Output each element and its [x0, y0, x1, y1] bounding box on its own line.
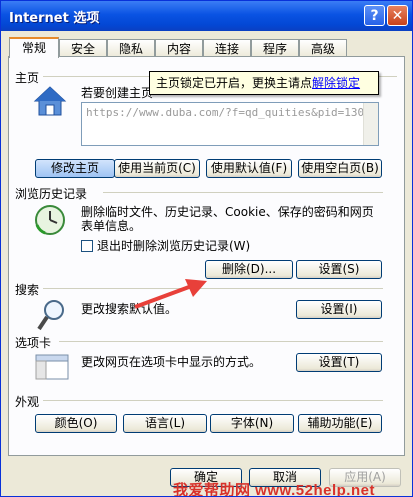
fonts-button[interactable]: 字体(N): [210, 414, 294, 433]
tabs-window-icon: [35, 354, 69, 380]
history-description-line1: 删除临时文件、历史记录、Cookie、保存的密码和网页: [81, 205, 374, 219]
history-section-title: 浏览历史记录: [15, 187, 88, 201]
search-separator: [43, 288, 383, 289]
unlock-link[interactable]: 解除锁定: [312, 76, 360, 90]
use-default-button[interactable]: 使用默认值(F): [206, 159, 292, 178]
home-url-text: https://www.duba.com/?f=qd_quities&pid=1…: [86, 106, 371, 119]
change-home-button[interactable]: 修改主页: [35, 159, 115, 178]
tab-general[interactable]: 常规: [9, 37, 59, 58]
home-lock-tooltip: 主页锁定已开启，更换主请点解除锁定: [149, 71, 379, 95]
tab-programs[interactable]: 程序: [251, 39, 299, 57]
home-icon: [33, 86, 67, 116]
help-button[interactable]: ?: [364, 5, 385, 26]
delete-on-exit-label: 退出时删除浏览历史记录(W): [97, 239, 251, 253]
appearance-separator: [43, 400, 383, 401]
appearance-section-title: 外观: [15, 395, 40, 409]
tab-connections[interactable]: 连接: [203, 39, 251, 57]
window-title: Internet 选项: [9, 11, 100, 26]
internet-options-window: Internet 选项 ? ✕ 常规 安全 隐私 内容 连接 程序 高级 主页 …: [0, 0, 413, 497]
watermark-text: 我爱帮助网 www.52help.net: [173, 482, 375, 497]
delete-on-exit-checkbox[interactable]: [81, 240, 93, 252]
languages-button[interactable]: 语言(L): [123, 414, 207, 433]
search-section-title: 搜索: [15, 283, 40, 297]
delete-history-button[interactable]: 删除(D)...: [205, 260, 293, 279]
home-description: 若要创建主页: [81, 86, 154, 100]
tabs-description: 更改网页在选项卡中显示的方式。: [81, 355, 262, 369]
history-separator: [103, 192, 383, 193]
title-bar[interactable]: Internet 选项 ? ✕: [1, 1, 412, 31]
colors-button[interactable]: 颜色(O): [35, 414, 117, 433]
home-url-scrollbar[interactable]: [363, 103, 378, 145]
tabs-settings-button[interactable]: 设置(T): [296, 353, 382, 372]
tabs-section-title: 选项卡: [15, 336, 52, 350]
home-lock-tooltip-text: 主页锁定已开启，更换主请点: [156, 76, 313, 90]
accessibility-button[interactable]: 辅助功能(E): [298, 414, 382, 433]
general-tab-panel: 主页 若要创建主页 https://www.duba.com/?f=qd_qui…: [8, 56, 405, 456]
tab-content[interactable]: 内容: [155, 39, 203, 57]
search-settings-button[interactable]: 设置(I): [296, 300, 382, 319]
help-icon: ?: [370, 8, 379, 24]
tabs-separator: [59, 341, 383, 342]
history-clock-icon: [35, 205, 65, 235]
history-description-line2: 表单信息。: [81, 219, 142, 233]
tab-advanced[interactable]: 高级: [299, 39, 347, 57]
home-url-field[interactable]: https://www.duba.com/?f=qd_quities&pid=1…: [81, 102, 379, 146]
use-blank-button[interactable]: 使用空白页(B): [298, 159, 382, 178]
tab-privacy[interactable]: 隐私: [107, 39, 155, 57]
close-icon: ✕: [391, 8, 404, 24]
tab-security[interactable]: 安全: [59, 39, 107, 57]
red-arrow-icon: [134, 279, 207, 309]
close-button[interactable]: ✕: [387, 5, 408, 26]
search-magnifier-icon: [37, 300, 64, 331]
history-settings-button[interactable]: 设置(S): [296, 260, 382, 279]
use-current-button[interactable]: 使用当前页(C): [114, 159, 200, 178]
home-section-title: 主页: [15, 71, 40, 85]
